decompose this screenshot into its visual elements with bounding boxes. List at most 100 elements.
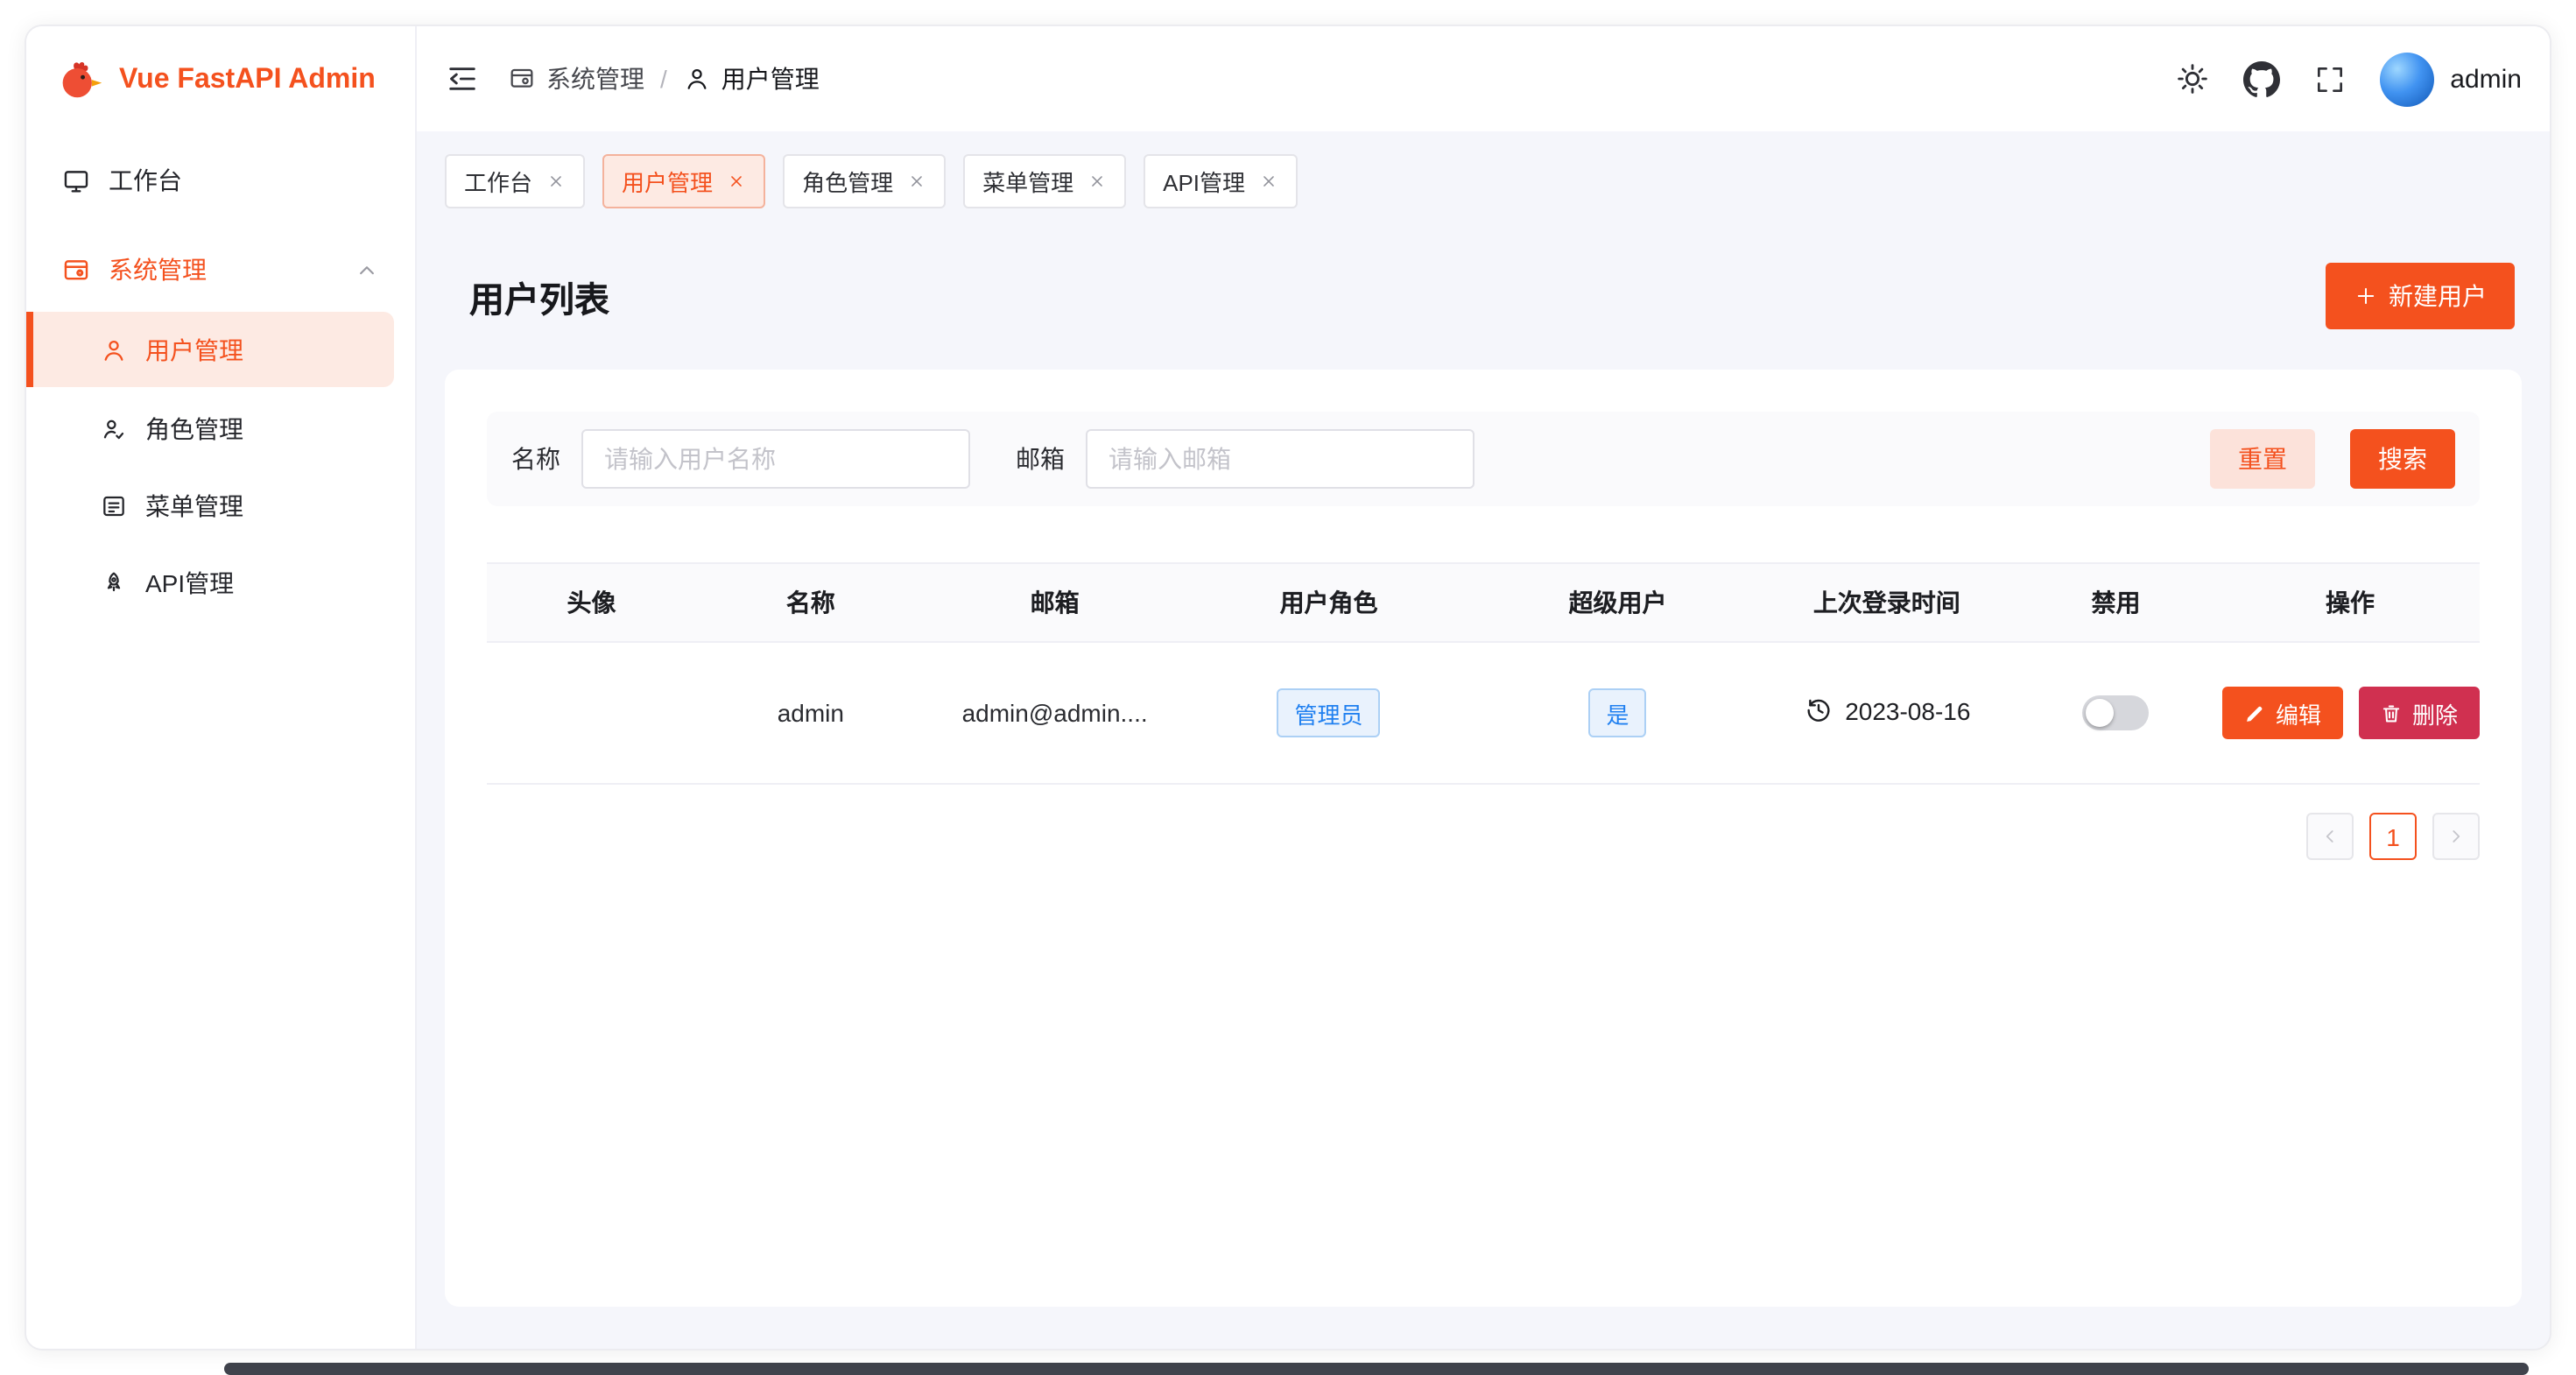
content-card: 名称 邮箱 重置 搜索 bbox=[445, 370, 2522, 1307]
row-actions: 编辑 删除 bbox=[2222, 687, 2478, 739]
user-menu[interactable]: admin bbox=[2380, 52, 2522, 106]
sidebar-item-system[interactable]: 系统管理 bbox=[44, 235, 398, 305]
email-input[interactable] bbox=[1086, 429, 1475, 489]
column-header-email: 邮箱 bbox=[926, 563, 1185, 642]
breadcrumb-label: 系统管理 bbox=[546, 61, 644, 96]
tab-roles[interactable]: 角色管理 bbox=[783, 154, 946, 208]
query-actions: 重置 搜索 bbox=[2210, 429, 2455, 489]
app-window: Vue FastAPI Admin 工作台 系统管理 bbox=[25, 25, 2551, 1350]
page-header: 用户列表 新建用户 bbox=[445, 222, 2522, 370]
tab-workbench[interactable]: 工作台 bbox=[445, 154, 585, 208]
delete-button[interactable]: 删除 bbox=[2358, 687, 2479, 739]
tab-menus[interactable]: 菜单管理 bbox=[963, 154, 1126, 208]
rocket-icon bbox=[100, 569, 128, 597]
user-avatar[interactable] bbox=[2380, 52, 2434, 106]
disable-toggle[interactable] bbox=[2083, 695, 2150, 730]
github-link[interactable] bbox=[2243, 60, 2280, 97]
tab-api[interactable]: API管理 bbox=[1144, 154, 1298, 208]
page-title: 用户列表 bbox=[469, 271, 609, 321]
superuser-tag: 是 bbox=[1589, 688, 1647, 737]
sidebar-item-users[interactable]: 用户管理 bbox=[26, 312, 394, 387]
app-logo[interactable]: Vue FastAPI Admin bbox=[26, 26, 415, 135]
collapse-sidebar-button[interactable] bbox=[445, 61, 480, 96]
main-area: 系统管理 / 用户管理 bbox=[417, 26, 2550, 1349]
pagination: 1 bbox=[487, 813, 2480, 860]
column-header-disabled: 禁用 bbox=[2011, 563, 2221, 642]
github-icon bbox=[2243, 60, 2280, 97]
table-row: admin admin@admin.... 管理员 是 bbox=[487, 642, 2480, 784]
user-icon bbox=[683, 65, 711, 93]
sidebar-item-workbench[interactable]: 工作台 bbox=[44, 145, 398, 215]
close-icon[interactable] bbox=[1259, 172, 1278, 191]
breadcrumb-separator: / bbox=[660, 65, 667, 93]
tab-label: 用户管理 bbox=[622, 165, 713, 198]
sidebar-item-api[interactable]: API管理 bbox=[44, 548, 398, 618]
cell-last-login: 2023-08-16 bbox=[1803, 695, 1970, 725]
user-check-icon bbox=[100, 415, 128, 443]
header-actions: admin bbox=[2175, 52, 2522, 106]
tabs-bar: 工作台 用户管理 角色管理 菜单管理 API管理 bbox=[417, 131, 2550, 208]
toggle-knob bbox=[2087, 699, 2115, 727]
create-user-button[interactable]: 新建用户 bbox=[2326, 263, 2515, 329]
tab-label: 角色管理 bbox=[802, 165, 893, 198]
chevron-right-icon bbox=[2445, 825, 2467, 848]
edit-button[interactable]: 编辑 bbox=[2221, 687, 2342, 739]
theme-toggle-button[interactable] bbox=[2175, 61, 2210, 96]
tab-users[interactable]: 用户管理 bbox=[602, 154, 765, 208]
tab-label: 工作台 bbox=[464, 165, 532, 198]
sidebar-item-roles[interactable]: 角色管理 bbox=[44, 394, 398, 464]
window-gear-icon bbox=[61, 255, 91, 285]
close-icon[interactable] bbox=[1087, 172, 1107, 191]
search-label: 搜索 bbox=[2378, 441, 2427, 476]
sidebar-item-menus[interactable]: 菜单管理 bbox=[44, 471, 398, 541]
plus-icon bbox=[2354, 284, 2378, 308]
menu-label: API管理 bbox=[145, 566, 234, 601]
menu-fold-icon bbox=[445, 61, 480, 96]
tab-label: API管理 bbox=[1163, 165, 1245, 198]
viewport: Vue FastAPI Admin 工作台 系统管理 bbox=[0, 0, 2576, 1375]
breadcrumb-item-system[interactable]: 系统管理 bbox=[508, 61, 644, 96]
monitor-icon bbox=[61, 166, 91, 195]
table-header-row: 头像 名称 邮箱 用户角色 超级用户 上次登录时间 禁用 操作 bbox=[487, 563, 2480, 642]
page-1-button[interactable]: 1 bbox=[2369, 813, 2417, 860]
menu-label: 菜单管理 bbox=[145, 489, 243, 524]
prev-page-button[interactable] bbox=[2306, 813, 2354, 860]
name-input[interactable] bbox=[581, 429, 970, 489]
window-gear-icon bbox=[508, 65, 536, 93]
menu-label: 工作台 bbox=[109, 163, 182, 198]
chevron-up-icon bbox=[354, 257, 380, 283]
rooster-logo-icon bbox=[54, 56, 103, 105]
column-header-lastlogin: 上次登录时间 bbox=[1763, 563, 2012, 642]
last-login-value: 2023-08-16 bbox=[1845, 696, 1970, 724]
close-icon[interactable] bbox=[546, 172, 566, 191]
cell-name: admin bbox=[696, 642, 926, 784]
search-button[interactable]: 搜索 bbox=[2350, 429, 2455, 489]
menu-label: 系统管理 bbox=[109, 252, 207, 287]
menu-label: 用户管理 bbox=[145, 332, 243, 367]
email-label: 邮箱 bbox=[1016, 441, 1065, 476]
chevron-left-icon bbox=[2319, 825, 2341, 848]
name-label: 名称 bbox=[511, 441, 560, 476]
breadcrumb-label: 用户管理 bbox=[721, 61, 820, 96]
column-header-avatar: 头像 bbox=[487, 563, 696, 642]
column-header-name: 名称 bbox=[696, 563, 926, 642]
role-tag: 管理员 bbox=[1277, 688, 1381, 737]
cell-email: admin@admin.... bbox=[926, 642, 1185, 784]
users-table: 头像 名称 邮箱 用户角色 超级用户 上次登录时间 禁用 操作 bbox=[487, 562, 2480, 785]
tab-label: 菜单管理 bbox=[982, 165, 1073, 198]
query-bar: 名称 邮箱 重置 搜索 bbox=[487, 412, 2480, 506]
breadcrumb-item-users[interactable]: 用户管理 bbox=[683, 61, 820, 96]
close-icon[interactable] bbox=[907, 172, 926, 191]
close-icon[interactable] bbox=[727, 172, 746, 191]
history-clock-icon bbox=[1803, 695, 1833, 725]
column-header-superuser: 超级用户 bbox=[1474, 563, 1763, 642]
next-page-button[interactable] bbox=[2432, 813, 2480, 860]
top-header: 系统管理 / 用户管理 bbox=[417, 26, 2550, 131]
reset-button[interactable]: 重置 bbox=[2210, 429, 2315, 489]
horizontal-scrollbar[interactable] bbox=[224, 1363, 2529, 1375]
menu-label: 角色管理 bbox=[145, 412, 243, 447]
edit-label: 编辑 bbox=[2276, 696, 2321, 730]
delete-label: 删除 bbox=[2412, 696, 2458, 730]
fullscreen-button[interactable] bbox=[2313, 62, 2347, 95]
reset-label: 重置 bbox=[2238, 441, 2287, 476]
